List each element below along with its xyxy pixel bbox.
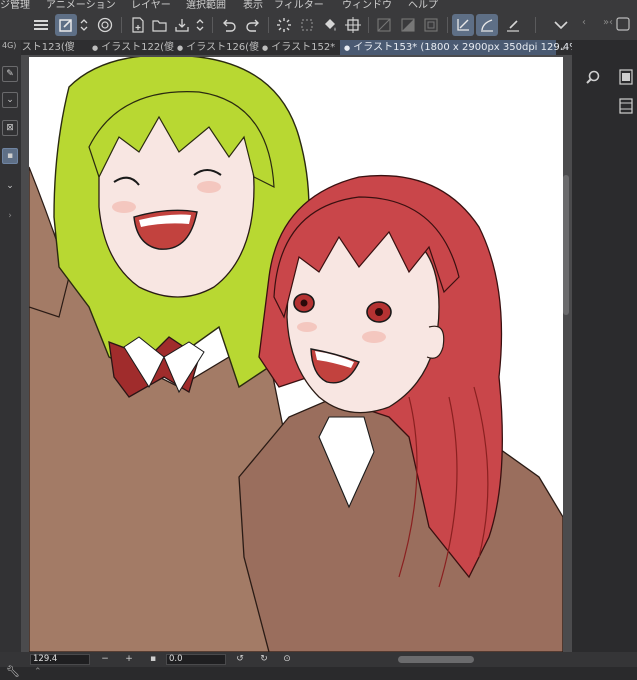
frame-icon[interactable] [421,14,441,36]
menu-item-filter[interactable]: フィルター [274,0,324,9]
rotate-right-icon[interactable]: ↻ [258,652,270,667]
stepper-icon[interactable] [77,14,91,36]
help-icon[interactable] [94,14,116,36]
redo-icon[interactable] [243,14,263,36]
search-icon[interactable] [582,66,604,88]
zoom-in-button[interactable]: + [124,652,134,667]
tab-illust-153[interactable]: ● イラスト153* (1800 x 2900px 350dpi 129.4%) [340,40,572,55]
undo-icon[interactable] [219,14,239,36]
thumbnail-panel-icon[interactable] [617,66,635,88]
command-bar [0,9,637,40]
menu-item-selection[interactable]: 選択範囲 [186,0,226,9]
zoom-out-button[interactable]: − [100,652,110,667]
rotate-left-icon[interactable]: ↺ [234,652,246,667]
tab-illust-126[interactable]: ● イラスト126(傻 [174,40,261,55]
menu-icon[interactable] [30,14,52,36]
menu-item-help[interactable]: ヘルプ [408,0,438,9]
transform-icon[interactable] [274,14,294,36]
pen-settings-icon[interactable] [502,14,524,36]
menu-bar: ジ管理 アニメーション レイヤー 選択範囲 表示 フィルター ウィンドウ ヘルプ [0,0,637,9]
chevron-down-icon[interactable]: ⌄ [2,92,18,108]
tab-illust-122[interactable]: ● イラスト122(傻 [89,40,176,55]
new-file-icon[interactable] [128,14,148,36]
brush-snap-icon[interactable] [452,14,474,36]
wrench-icon[interactable]: 🔧︎ [6,664,20,679]
expand-icon[interactable]: › [2,208,18,224]
film-panel-icon[interactable] [617,95,635,117]
open-icon[interactable] [150,14,170,36]
grid-icon[interactable] [374,14,394,36]
menu-item-layer[interactable]: レイヤー [131,0,171,9]
export-icon[interactable] [193,14,207,36]
menu-item-window[interactable]: ウィンドウ [342,0,392,9]
canvas-area[interactable] [21,55,572,652]
new-canvas-icon[interactable] [55,14,77,36]
active-option-icon[interactable]: ▪ [2,148,18,164]
menu-item-view[interactable]: 表示 [243,0,263,9]
bottom-bar: 🔧︎ ⌃ [0,664,637,680]
clear-icon[interactable] [297,14,317,36]
left-tool-strip: 4G) ✎ ⌄ ⊠ ▪ ⌄ › [0,40,21,652]
menu-item-manage[interactable]: ジ管理 [0,0,30,9]
left-strip-label: 4G) [2,41,17,50]
layer-panel-icon[interactable] [612,13,634,35]
document-tab-bar: イラスト123(傻 ● イラスト122(傻 ● イラスト126(傻 ● イラスト… [0,40,572,55]
vertical-scrollbar[interactable] [563,175,569,315]
horizontal-scrollbar[interactable] [398,656,474,663]
ruler-icon[interactable] [398,14,418,36]
zoom-field[interactable]: 129.4 [30,654,90,665]
drawing-canvas[interactable] [29,57,563,652]
chevron-up-icon[interactable]: ⌃ [34,665,42,680]
tab-menu-chevron-icon[interactable]: ⌄ [556,40,570,55]
right-panel [572,40,637,652]
chevron-down-icon[interactable] [551,14,571,36]
status-bar: 129.4 − + ▪ 0.0 ↺ ↻ ⊙ [0,652,637,667]
fill-icon[interactable] [320,14,340,36]
stepper-icon[interactable]: ⌄ [2,178,18,194]
right-panel-header: ‹ »‹ [572,9,637,40]
reset-rotation-icon[interactable]: ⊙ [281,652,293,667]
tab-illust-152[interactable]: ● イラスト152* [259,40,342,55]
stroke-icon[interactable] [476,14,498,36]
save-icon[interactable] [172,14,192,36]
selection-icon[interactable] [343,14,363,36]
illustration [29,57,563,652]
brush-tool-icon[interactable]: ✎ [2,66,18,82]
menu-item-animation[interactable]: アニメーション [46,0,116,9]
rotation-field[interactable]: 0.0 [166,654,226,665]
option-check-icon[interactable]: ⊠ [2,120,18,136]
fit-icon[interactable]: ▪ [148,652,158,667]
collapse-left-icon[interactable]: ‹ [578,16,590,28]
